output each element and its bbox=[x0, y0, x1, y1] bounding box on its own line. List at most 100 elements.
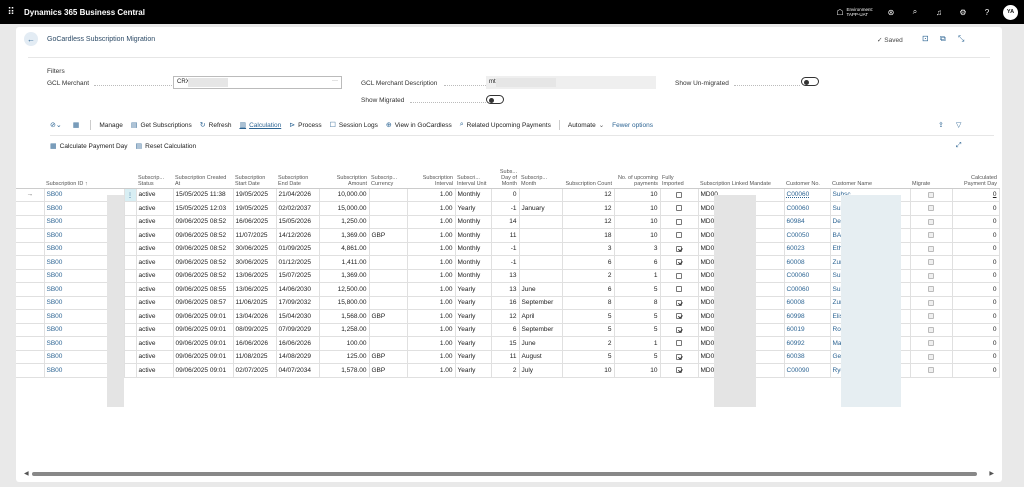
column-header[interactable]: Subscription Interval bbox=[407, 160, 455, 189]
column-header[interactable]: Fully Imported bbox=[660, 160, 698, 189]
customer-no-cell[interactable]: 60023 bbox=[784, 242, 831, 256]
customer-no-cell[interactable]: 60038 bbox=[784, 350, 831, 364]
migrate-checkbox[interactable] bbox=[928, 232, 934, 239]
customer-no-cell[interactable]: 60992 bbox=[784, 336, 831, 351]
customer-no-cell[interactable]: C00090 bbox=[784, 363, 831, 378]
reset-calculation-button[interactable]: ▤ Reset Calculation bbox=[136, 142, 197, 151]
lookup-ellipsis-icon[interactable]: ··· bbox=[332, 78, 338, 84]
fully-imported-checkbox[interactable] bbox=[676, 286, 682, 293]
calculation-tab[interactable]: ▥ Calculation bbox=[239, 121, 281, 130]
calculated-payment-day-cell[interactable]: 0 bbox=[952, 336, 1000, 351]
migrate-checkbox[interactable] bbox=[928, 353, 934, 360]
customer-no-cell[interactable]: C00050 bbox=[784, 228, 831, 243]
fully-imported-checkbox[interactable] bbox=[676, 340, 682, 347]
automate-menu[interactable]: Automate ⌄ bbox=[568, 121, 604, 130]
share-icon[interactable]: ⇪ bbox=[938, 121, 944, 129]
app-launcher-icon[interactable]: ⠿ bbox=[4, 7, 18, 18]
calculate-payment-day-button[interactable]: ▦ Calculate Payment Day bbox=[50, 142, 128, 151]
fully-imported-checkbox[interactable] bbox=[676, 313, 682, 320]
get-subscriptions-button[interactable]: ▤ Get Subscriptions bbox=[131, 121, 192, 130]
calculated-payment-day-cell[interactable]: 0 bbox=[952, 363, 1000, 378]
horizontal-scrollbar[interactable]: ◀ ▶ bbox=[24, 471, 994, 477]
user-avatar[interactable]: YA bbox=[1003, 4, 1018, 20]
migrate-checkbox[interactable] bbox=[928, 286, 934, 293]
fully-imported-checkbox[interactable] bbox=[676, 272, 682, 279]
row-indicator[interactable]: → bbox=[16, 188, 45, 202]
settings-gear-icon[interactable]: ⚙ bbox=[951, 8, 975, 17]
migrate-checkbox[interactable] bbox=[928, 313, 934, 320]
fully-imported-checkbox[interactable] bbox=[676, 218, 682, 225]
scroll-right-icon[interactable]: ▶ bbox=[989, 470, 994, 477]
column-header[interactable]: No. of upcoming payments bbox=[614, 160, 660, 189]
migrate-checkbox[interactable] bbox=[928, 259, 934, 266]
migrate-checkbox[interactable] bbox=[928, 245, 934, 252]
help-icon[interactable]: ? bbox=[975, 8, 999, 17]
fully-imported-checkbox[interactable] bbox=[676, 299, 682, 306]
session-logs-button[interactable]: ☐ Session Logs bbox=[330, 121, 378, 130]
view-in-gocardless-button[interactable]: ⊕ View in GoCardless bbox=[386, 121, 452, 130]
fully-imported-checkbox[interactable] bbox=[676, 326, 682, 333]
show-unmigrated-toggle[interactable] bbox=[801, 77, 819, 86]
manage-menu[interactable]: Manage bbox=[99, 122, 123, 129]
column-header[interactable]: Subscription Created At bbox=[173, 160, 233, 189]
row-menu-cell[interactable] bbox=[124, 282, 137, 297]
customer-no-cell[interactable]: C00060 bbox=[784, 188, 831, 202]
fully-imported-checkbox[interactable] bbox=[676, 259, 682, 266]
row-indicator[interactable] bbox=[16, 296, 45, 310]
notification-bell-icon[interactable]: ♫ bbox=[927, 8, 951, 17]
filter-pane-button[interactable]: ⊘⌄ bbox=[50, 121, 65, 129]
personalize-icon[interactable]: ⤢ bbox=[956, 142, 962, 150]
row-indicator[interactable] bbox=[16, 269, 45, 283]
row-menu-cell[interactable] bbox=[124, 296, 137, 310]
column-header[interactable]: Subscrip... Currency bbox=[369, 160, 407, 189]
fully-imported-checkbox[interactable] bbox=[676, 353, 682, 360]
row-menu-cell[interactable] bbox=[124, 215, 137, 229]
search-icon[interactable]: ⌕ bbox=[903, 7, 927, 17]
row-menu-cell[interactable]: ⋮ bbox=[124, 188, 137, 202]
row-menu-cell[interactable] bbox=[124, 323, 137, 337]
calculated-payment-day-cell[interactable]: 0 bbox=[952, 242, 1000, 256]
row-indicator[interactable] bbox=[16, 255, 45, 270]
row-indicator[interactable] bbox=[16, 215, 45, 229]
customer-no-cell[interactable]: 60008 bbox=[784, 296, 831, 310]
column-header[interactable]: Subscription Count bbox=[562, 160, 614, 189]
row-menu-cell[interactable] bbox=[124, 350, 137, 364]
row-menu-cell[interactable] bbox=[124, 309, 137, 324]
bookmark-icon[interactable]: ⊡ bbox=[922, 34, 929, 43]
calculated-payment-day-cell[interactable]: 0 bbox=[952, 255, 1000, 270]
calculated-payment-day-cell[interactable]: 0 bbox=[952, 215, 1000, 229]
calculated-payment-day-cell[interactable]: 0 bbox=[952, 309, 1000, 324]
customer-no-cell[interactable]: 60998 bbox=[784, 309, 831, 324]
calculated-payment-day-cell[interactable]: 0 bbox=[952, 350, 1000, 364]
related-upcoming-payments-button[interactable]: ⌕ Related Upcoming Payments bbox=[460, 121, 551, 129]
column-header[interactable]: Subscription End Date bbox=[276, 160, 319, 189]
column-header[interactable]: Calculated Payment Day bbox=[952, 160, 999, 189]
customer-no-cell[interactable]: 60984 bbox=[784, 215, 831, 229]
column-header[interactable]: Subscription Linked Mandate bbox=[698, 160, 784, 189]
migrate-checkbox[interactable] bbox=[928, 299, 934, 306]
row-menu-cell[interactable] bbox=[124, 336, 137, 351]
fully-imported-checkbox[interactable] bbox=[676, 205, 682, 212]
customer-no-cell[interactable]: 60008 bbox=[784, 255, 831, 270]
column-header[interactable]: Subscrip... Status bbox=[136, 160, 173, 189]
customer-no-cell[interactable]: C00060 bbox=[784, 269, 831, 283]
migrate-checkbox[interactable] bbox=[928, 367, 934, 374]
fully-imported-checkbox[interactable] bbox=[676, 232, 682, 239]
list-view-button[interactable]: ▦ bbox=[73, 121, 83, 129]
row-indicator[interactable] bbox=[16, 242, 45, 256]
migrate-checkbox[interactable] bbox=[928, 326, 934, 333]
calculated-payment-day-cell[interactable]: 0 bbox=[952, 201, 1000, 216]
column-header[interactable]: Subscription Start Date bbox=[233, 160, 276, 189]
calculated-payment-day-cell[interactable]: 0 bbox=[952, 323, 1000, 337]
customer-no-cell[interactable]: C00060 bbox=[784, 282, 831, 297]
row-menu-cell[interactable] bbox=[124, 269, 137, 283]
row-menu-cell[interactable] bbox=[124, 201, 137, 216]
column-header[interactable]: Subscrip... Month bbox=[519, 160, 562, 189]
migrate-checkbox[interactable] bbox=[928, 272, 934, 279]
copilot-icon[interactable]: ⊛ bbox=[879, 8, 903, 17]
row-indicator[interactable] bbox=[16, 336, 45, 351]
column-header[interactable]: Subscri... Interval Unit bbox=[455, 160, 491, 189]
fewer-options-button[interactable]: Fewer options bbox=[612, 122, 653, 129]
migrate-checkbox[interactable] bbox=[928, 218, 934, 225]
fully-imported-checkbox[interactable] bbox=[676, 191, 682, 198]
